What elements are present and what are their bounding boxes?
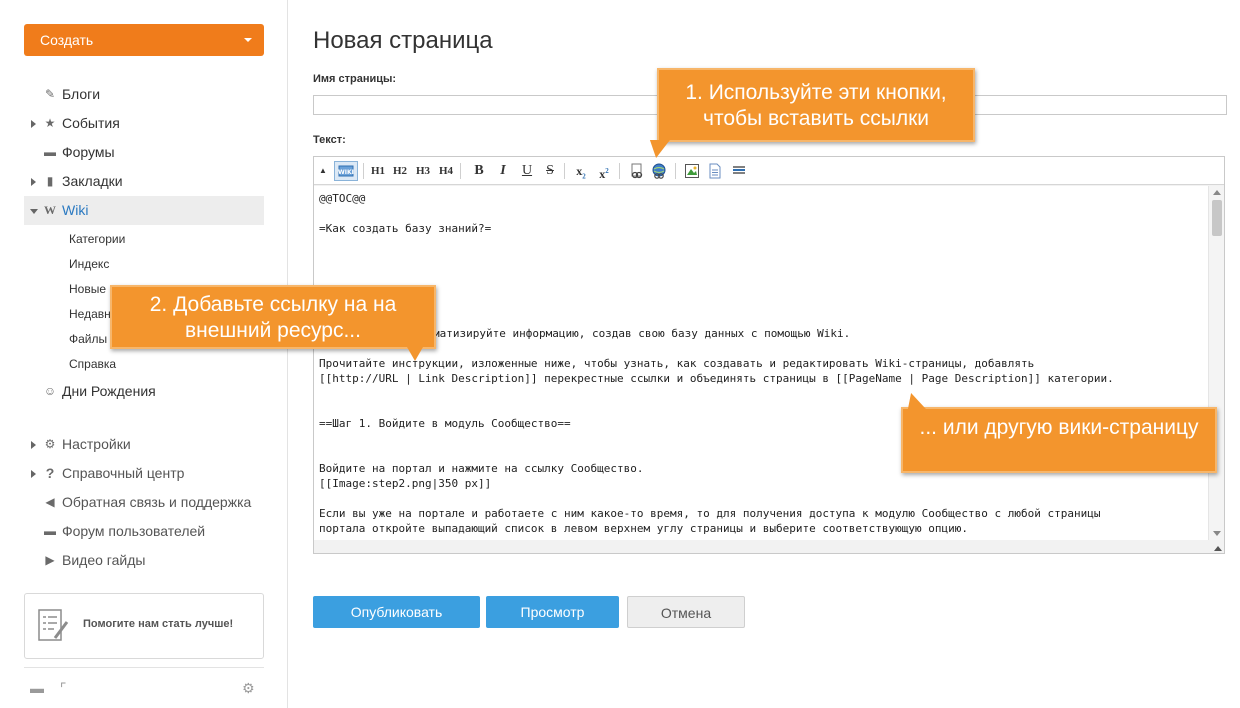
strikethrough-button[interactable]: S — [542, 161, 558, 181]
editor-toolbar: ▲ WIKI H1 H2 H3 H4 B I U S x2 x2 — [314, 157, 1224, 185]
sidebar-item-wiki[interactable]: W Wiki — [24, 196, 264, 225]
bold-button[interactable]: B — [471, 161, 487, 181]
sidebar-item-birthdays[interactable]: ☺ Дни Рождения — [24, 377, 264, 406]
editor-line: матизируйте информацию, создав свою базу… — [433, 327, 851, 340]
chat-icon[interactable]: ▬ — [30, 680, 44, 696]
callout-pointer — [407, 347, 423, 361]
sidebar-item-label: Форум пользователей — [62, 523, 206, 539]
callout-pointer — [646, 140, 670, 158]
sidebar-item-label: Блоги — [62, 86, 101, 102]
sidebar-item-user-forum[interactable]: ▬ Форум пользователей — [24, 517, 264, 546]
sidebar-item-label: Настройки — [62, 436, 131, 452]
expand-arrow-icon[interactable] — [31, 470, 36, 478]
expand-arrow-icon[interactable] — [31, 178, 36, 186]
sidebar-item-blogs[interactable]: ✎ Блоги — [24, 80, 264, 109]
wiki-subitem-help[interactable]: Справка — [24, 352, 264, 377]
gear-icon[interactable]: ⚙ — [242, 680, 255, 697]
heading3-button[interactable]: H3 — [414, 161, 432, 181]
megaphone-icon: ◀ — [45, 495, 55, 509]
underline-button[interactable]: U — [519, 161, 535, 181]
create-button-label: Создать — [40, 32, 94, 48]
wiki-editor: ▲ WIKI H1 H2 H3 H4 B I U S x2 x2 @@TOC@@… — [313, 156, 1225, 554]
editor-line: ==Шаг 1. Войдите в модуль Сообщество== — [319, 417, 571, 430]
sidebar-item-label: Закладки — [62, 173, 123, 189]
question-icon: ? — [45, 465, 55, 481]
page-title: Новая страница — [313, 27, 493, 54]
wiki-icon: W — [44, 203, 56, 217]
sidebar-item-label: Справочный центр — [62, 465, 185, 481]
horizontal-rule-icon[interactable] — [730, 161, 748, 181]
wiki-subitem-categories[interactable]: Категории — [24, 227, 264, 252]
editor-line: Если вы уже на портале и работаете с ним… — [319, 507, 1101, 520]
sidebar-item-label: Обратная связь и поддержка — [62, 494, 252, 510]
chevron-down-icon[interactable] — [244, 38, 252, 42]
sidebar-footer: ▬ ⌜ ⚙ — [24, 667, 264, 707]
blog-icon: ✎ — [44, 87, 56, 101]
editor-line: =Как создать базу знаний?= — [319, 222, 492, 235]
chat-icon: ▬ — [44, 524, 56, 538]
editor-line: [[Image:step2.png|350 px]] — [319, 477, 492, 490]
survey-document-icon — [38, 609, 69, 641]
editor-text-area[interactable]: @@TOC@@ =Как создать базу знаний?= матиз… — [314, 186, 1208, 540]
sidebar-item-video-guides[interactable]: ▶ Видео гайды — [24, 546, 264, 575]
sidebar-item-settings[interactable]: ⚙ Настройки — [24, 430, 264, 459]
sidebar-item-forums[interactable]: ▬ Форумы — [24, 138, 264, 167]
page-name-label: Имя страницы: — [313, 73, 397, 85]
svg-text:WIKI: WIKI — [338, 169, 354, 176]
editor-line: Прочитайте инструкции, изложенные ниже, … — [319, 357, 1035, 370]
video-icon: ▶ — [45, 553, 55, 567]
editor-line: Войдите на портал и нажмите на ссылку Со… — [319, 462, 644, 475]
sidebar-item-label: Форумы — [62, 144, 115, 160]
superscript-button[interactable]: x2 — [595, 161, 613, 181]
bookmark-icon: ▮ — [46, 174, 54, 188]
callout-insert-links: 1. Используйте эти кнопки, чтобы вставит… — [657, 68, 975, 142]
expand-arrow-icon[interactable] — [31, 120, 36, 128]
editor-line: портала откройте выпадающий список в лев… — [319, 522, 969, 535]
insert-image-icon[interactable] — [683, 161, 701, 181]
publish-button[interactable]: Опубликовать — [313, 596, 480, 628]
forum-icon: ▬ — [44, 145, 56, 159]
scroll-down-icon[interactable] — [1213, 531, 1221, 536]
heading4-button[interactable]: H4 — [437, 161, 455, 181]
create-button[interactable]: Создать — [24, 24, 264, 56]
sidebar: Создать ✎ Блоги ★ События ▬ Форумы ▮ Зак… — [0, 0, 288, 708]
people-icon: ☺ — [43, 384, 57, 398]
editor-line: [[http://URL | Link Description]] перекр… — [319, 372, 1114, 385]
heading2-button[interactable]: H2 — [391, 161, 409, 181]
text-label: Текст: — [313, 134, 346, 146]
resize-handle-icon[interactable] — [1214, 546, 1222, 551]
sidebar-item-label: Видео гайды — [62, 552, 146, 568]
sidebar-item-bookmarks[interactable]: ▮ Закладки — [24, 167, 264, 196]
expand-arrow-icon[interactable] — [31, 441, 36, 449]
gear-icon: ⚙ — [44, 437, 56, 451]
insert-file-icon[interactable] — [706, 161, 724, 181]
collapse-toolbar-icon[interactable]: ▲ — [317, 161, 329, 181]
preview-button[interactable]: Просмотр — [486, 596, 619, 628]
feedback-box[interactable]: Помогите нам стать лучше! — [24, 593, 264, 659]
sidebar-item-help-center[interactable]: ? Справочный центр — [24, 459, 264, 488]
collapse-arrow-icon[interactable] — [30, 209, 38, 214]
scroll-up-icon[interactable] — [1213, 190, 1221, 195]
editor-scrollbar[interactable] — [1208, 186, 1224, 540]
events-icon: ★ — [44, 116, 56, 130]
sidebar-item-events[interactable]: ★ События — [24, 109, 264, 138]
callout-wiki-page: ... или другую вики-страницу — [901, 407, 1217, 473]
sidebar-item-feedback[interactable]: ◀ Обратная связь и поддержка — [24, 488, 264, 517]
subscript-button[interactable]: x2 — [572, 161, 590, 181]
wiki-subitem-index[interactable]: Индекс — [24, 252, 264, 277]
cancel-button[interactable]: Отмена — [627, 596, 745, 628]
italic-button[interactable]: I — [495, 161, 511, 181]
sidebar-item-label: Wiki — [62, 202, 89, 218]
source-mode-icon[interactable]: WIKI — [334, 161, 358, 181]
insert-external-link-icon[interactable] — [650, 161, 668, 181]
heading1-button[interactable]: H1 — [369, 161, 387, 181]
insert-link-icon[interactable] — [628, 161, 646, 181]
feedback-box-text: Помогите нам стать лучше! — [83, 618, 234, 630]
expand-icon[interactable]: ⌜ — [60, 680, 67, 697]
sidebar-item-label: Дни Рождения — [62, 383, 156, 399]
sidebar-item-label: События — [62, 115, 120, 131]
editor-line: @@TOC@@ — [319, 192, 366, 205]
scroll-thumb[interactable] — [1212, 200, 1222, 236]
callout-external-link: 2. Добавьте ссылку на на внешний ресурс.… — [110, 285, 436, 349]
